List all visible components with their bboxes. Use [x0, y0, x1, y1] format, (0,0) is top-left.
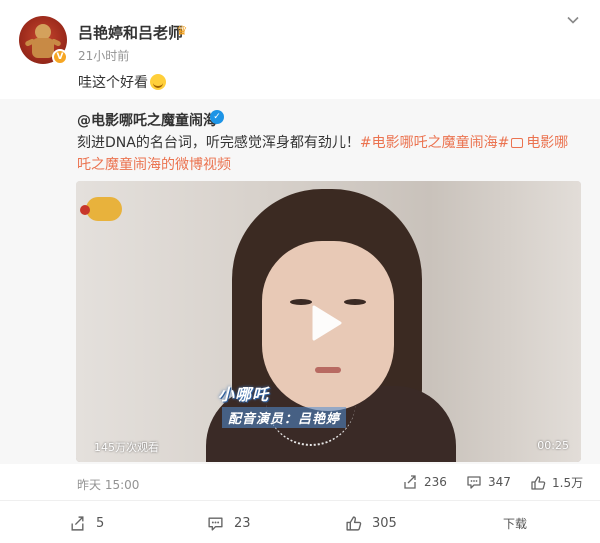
original-time[interactable]: 昨天 15:00 — [77, 476, 139, 493]
post-time[interactable]: 21小时前 — [78, 47, 129, 64]
original-comment-button[interactable]: 347 — [466, 474, 511, 490]
hashtag-link[interactable]: #电影哪吒之魔童闹海# — [360, 135, 509, 151]
comment-button[interactable]: 23 — [207, 515, 251, 532]
original-like-button[interactable]: 1.5万 — [530, 474, 583, 491]
like-count: 305 — [372, 516, 397, 531]
video-caption-role: 配音演员：吕艳婷 — [222, 407, 347, 428]
weibo-post: V 吕艳婷和吕老师 ♛ 21小时前 哇这个好看 @电影哪吒之魔童闹海 ✓ 刻进D… — [0, 0, 600, 543]
original-share-button[interactable]: 236 — [402, 474, 447, 490]
channel-logo-icon — [80, 197, 122, 221]
play-icon[interactable] — [304, 302, 346, 344]
post-text: 哇这个好看 — [78, 72, 166, 92]
crown-icon: ♛ — [176, 24, 188, 39]
thumbs-up-icon — [346, 516, 362, 531]
original-comment-count: 347 — [488, 475, 511, 489]
verified-badge-icon: V — [52, 49, 68, 65]
video-view-count: 145万次观看 — [94, 441, 159, 454]
share-button[interactable]: 5 — [69, 515, 104, 532]
chevron-down-icon[interactable] — [565, 12, 581, 28]
share-icon — [404, 475, 416, 489]
original-text: 刻进DNA的名台词，听完感觉浑身都有劲儿！#电影哪吒之魔童闹海# 电影哪吒之魔童闹… — [77, 132, 582, 176]
post-text-content: 哇这个好看 — [78, 75, 148, 91]
original-like-count: 1.5万 — [552, 476, 584, 490]
video-player[interactable]: 小哪吒 配音演员：吕艳婷 145万次观看 00:25 — [76, 181, 581, 462]
video-link-icon — [511, 138, 524, 148]
comment-icon — [467, 476, 481, 489]
video-caption-name: 小哪吒 — [218, 385, 270, 404]
video-duration: 00:25 — [537, 439, 569, 452]
verified-blue-icon: ✓ — [210, 110, 224, 124]
share-icon — [71, 516, 84, 531]
thumbs-up-icon — [531, 475, 546, 490]
original-text-content: 刻进DNA的名台词，听完感觉浑身都有劲儿！ — [77, 135, 360, 151]
comment-icon — [208, 517, 223, 531]
download-button[interactable]: 下载 — [503, 515, 527, 532]
laugh-emoji-icon — [150, 74, 166, 90]
action-divider — [0, 500, 600, 501]
username[interactable]: 吕艳婷和吕老师 — [78, 22, 183, 43]
like-button[interactable]: 305 — [345, 515, 397, 532]
video-figure-mouth — [315, 367, 341, 373]
original-author[interactable]: @电影哪吒之魔童闹海 — [77, 110, 217, 130]
original-share-count: 236 — [424, 475, 447, 489]
share-count: 5 — [96, 516, 105, 531]
video-figure-eye-right — [344, 299, 366, 305]
comment-count: 23 — [234, 516, 251, 531]
